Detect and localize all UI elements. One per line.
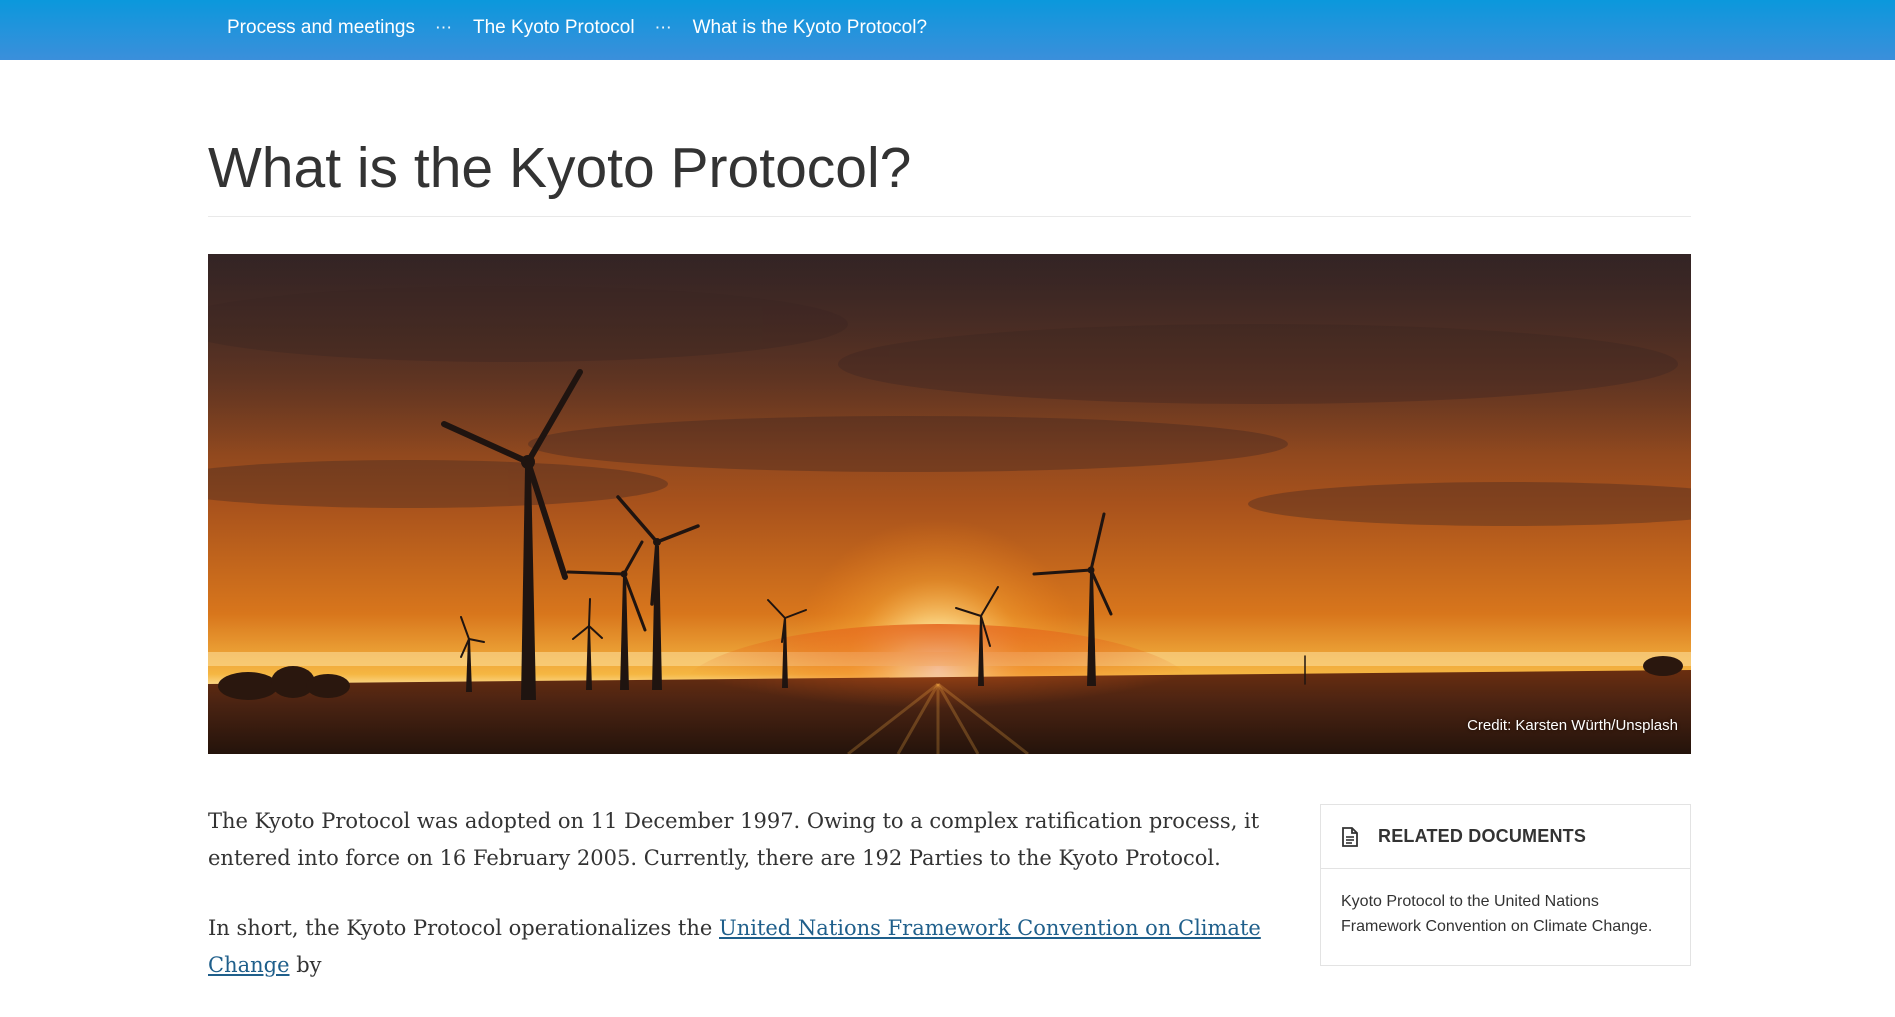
hero-image: Credit: Karsten Würth/Unsplash: [208, 254, 1691, 754]
document-icon: [1342, 826, 1358, 847]
intro-paragraph: The Kyoto Protocol was adopted on 11 Dec…: [208, 809, 1260, 870]
related-documents-header: RELATED DOCUMENTS: [1321, 805, 1690, 869]
title-divider: [208, 216, 1691, 217]
paragraph-text: In short, the Kyoto Protocol operational…: [208, 916, 719, 940]
breadcrumb-separator-icon: ⋯: [435, 17, 453, 37]
breadcrumb: Process and meetings ⋯ The Kyoto Protoco…: [227, 0, 927, 55]
related-document-link[interactable]: Kyoto Protocol to the United Nations Fra…: [1321, 869, 1690, 939]
paragraph-text: by: [289, 953, 322, 977]
second-paragraph: In short, the Kyoto Protocol operational…: [208, 910, 1283, 984]
image-credit: Credit: Karsten Würth/Unsplash: [1467, 717, 1678, 734]
breadcrumb-link-kyoto-protocol[interactable]: The Kyoto Protocol: [473, 17, 635, 39]
related-documents-heading: RELATED DOCUMENTS: [1378, 826, 1587, 846]
wind-turbines-sunset-image: [208, 254, 1691, 754]
breadcrumb-current-page[interactable]: What is the Kyoto Protocol?: [693, 17, 927, 39]
article-body: The Kyoto Protocol was adopted on 11 Dec…: [208, 803, 1283, 1017]
breadcrumb-separator-icon: ⋯: [654, 17, 673, 37]
page-title: What is the Kyoto Protocol?: [208, 136, 912, 200]
related-documents-panel: RELATED DOCUMENTS Kyoto Protocol to the …: [1320, 804, 1691, 966]
top-navigation-bar: Process and meetings ⋯ The Kyoto Protoco…: [0, 0, 1895, 60]
breadcrumb-link-process-and-meetings[interactable]: Process and meetings: [227, 17, 415, 39]
